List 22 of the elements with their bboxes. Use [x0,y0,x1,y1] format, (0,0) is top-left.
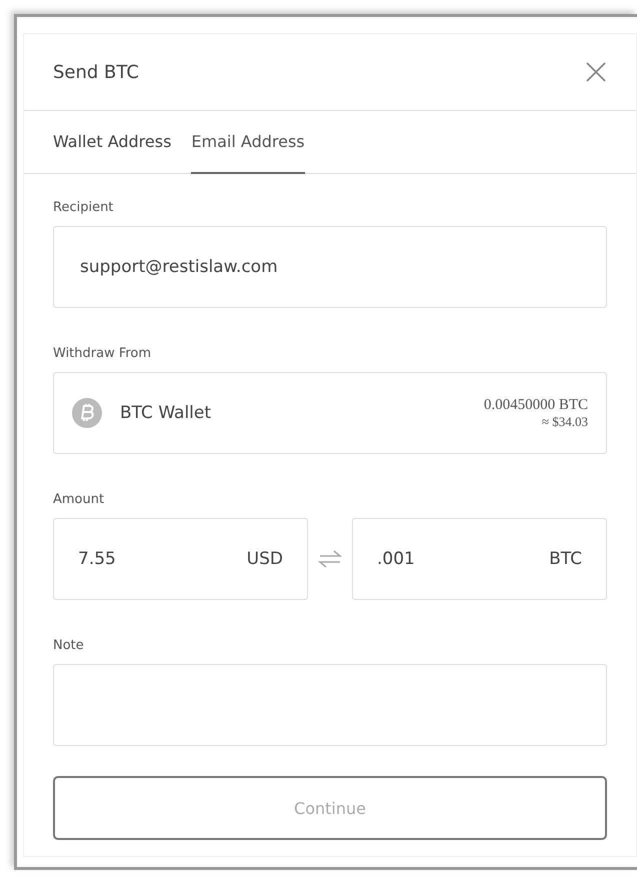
balance-text: 0.00450000 BTC [484,396,588,414]
wallet-selector[interactable]: BTC Wallet 0.00450000 BTC ≈ $34.03 [53,372,607,454]
field-label: Recipient [53,200,114,215]
currency-label: BTC [549,549,582,569]
field-label: Withdraw From [53,346,152,361]
tab[interactable]: Email Address [191,111,305,174]
currency-label: USD [246,549,283,569]
balance-usd-text: ≈ $34.03 [542,414,588,430]
close-icon[interactable] [584,60,608,84]
wallet-name: BTC Wallet [120,403,212,423]
note-field[interactable] [53,664,607,746]
bitcoin-icon [72,398,102,428]
field-label: Amount [53,492,106,507]
dialog-title: Send BTC [53,62,139,82]
amount-value: 7.55 [78,549,116,569]
recipient-field[interactable]: support@restislaw.com [53,226,607,308]
amount-value: .001 [377,549,415,569]
swap-icon[interactable] [318,549,342,569]
tab[interactable]: Wallet Address [53,111,172,174]
field-label: Note [53,638,85,653]
usd-amount-field[interactable]: 7.55 USD [53,518,308,600]
btc-amount-field[interactable]: .001 BTC [352,518,607,600]
